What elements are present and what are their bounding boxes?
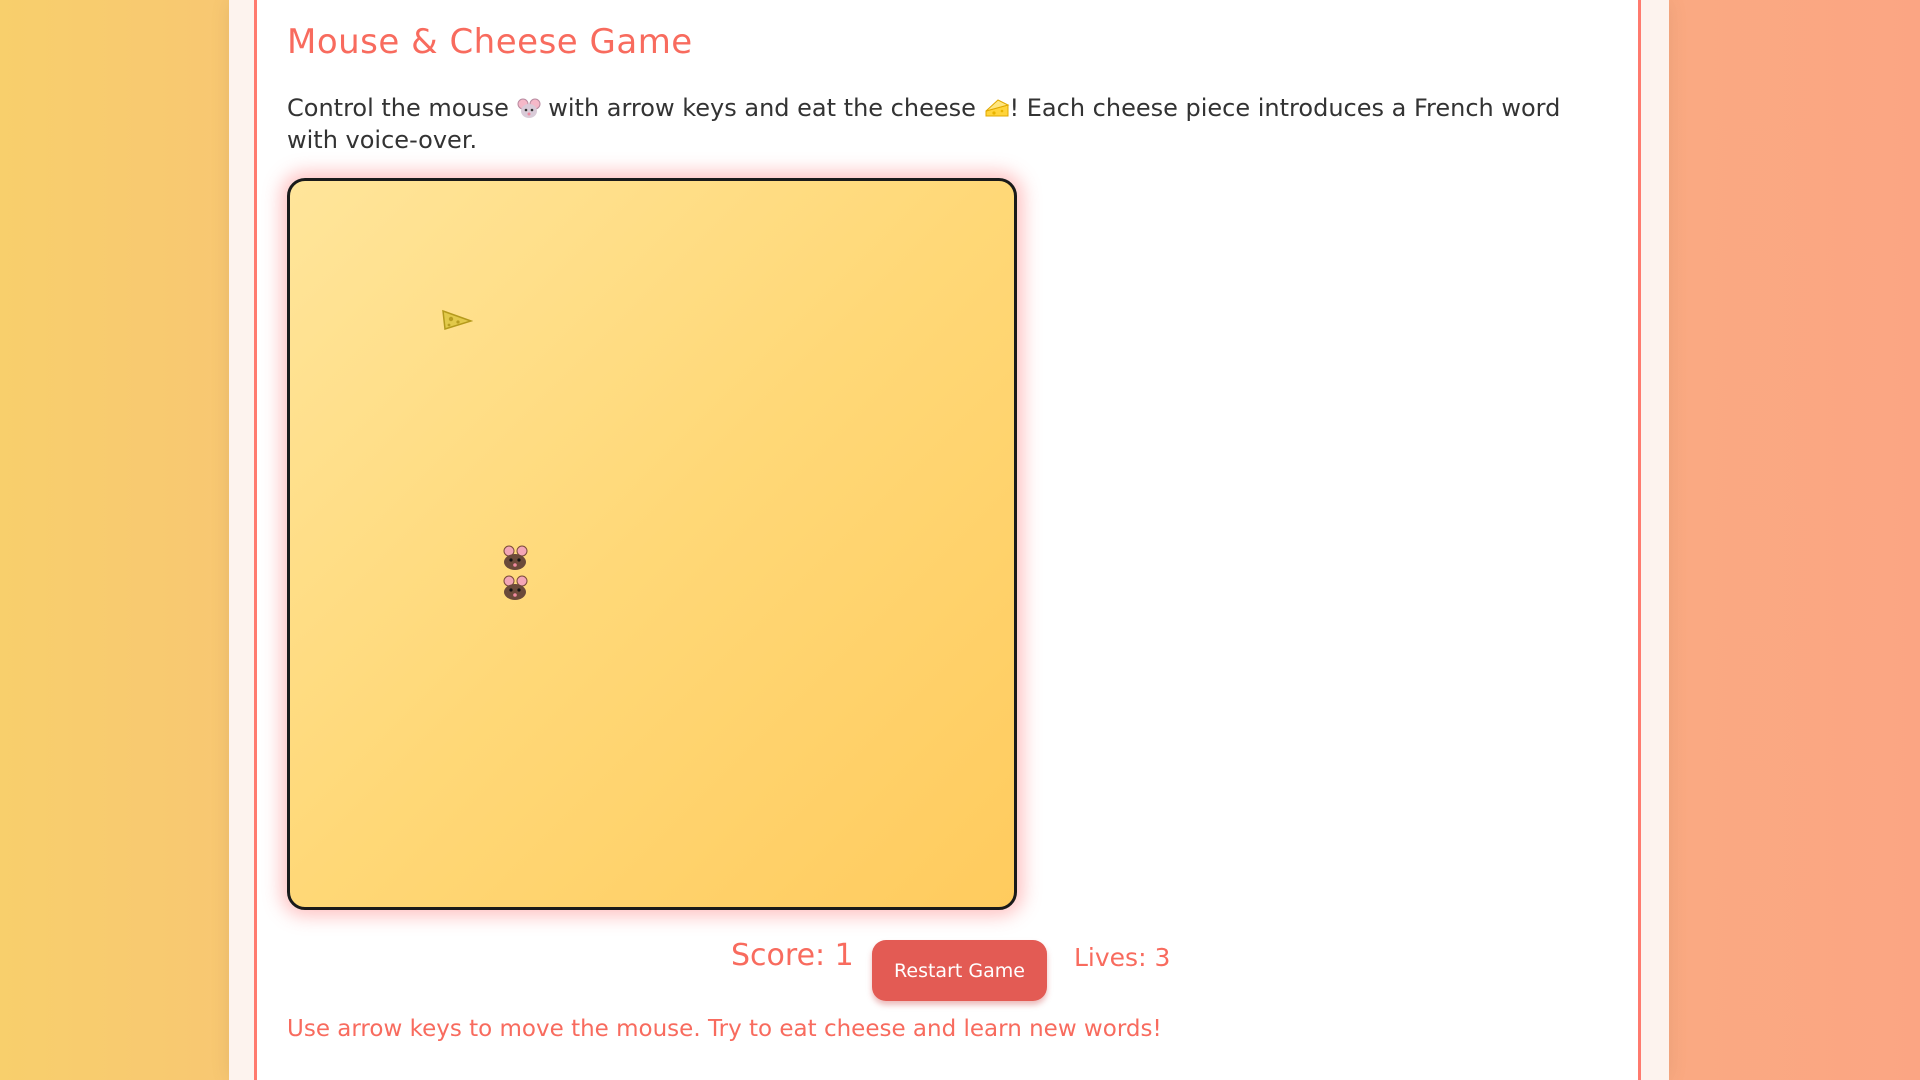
game-board[interactable] (287, 178, 1017, 910)
instructions-text: Use arrow keys to move the mouse. Try to… (287, 1016, 1162, 1042)
game-description: Control the mouse with arrow keys and ea… (287, 94, 1577, 155)
mouse-icon (517, 97, 541, 126)
restart-game-button[interactable]: Restart Game (872, 940, 1047, 1001)
description-text-1: Control the mouse (287, 94, 509, 122)
cheese-icon (441, 305, 474, 333)
lives-display: Lives: 3 (1074, 943, 1171, 972)
page-title: Mouse & Cheese Game (287, 22, 693, 62)
description-text-2: with arrow keys and eat the cheese (548, 94, 976, 122)
score-display: Score: 1 (731, 938, 854, 973)
mouse-icon (500, 544, 532, 574)
cheese-icon (984, 97, 1010, 126)
mouse-icon (500, 574, 532, 604)
